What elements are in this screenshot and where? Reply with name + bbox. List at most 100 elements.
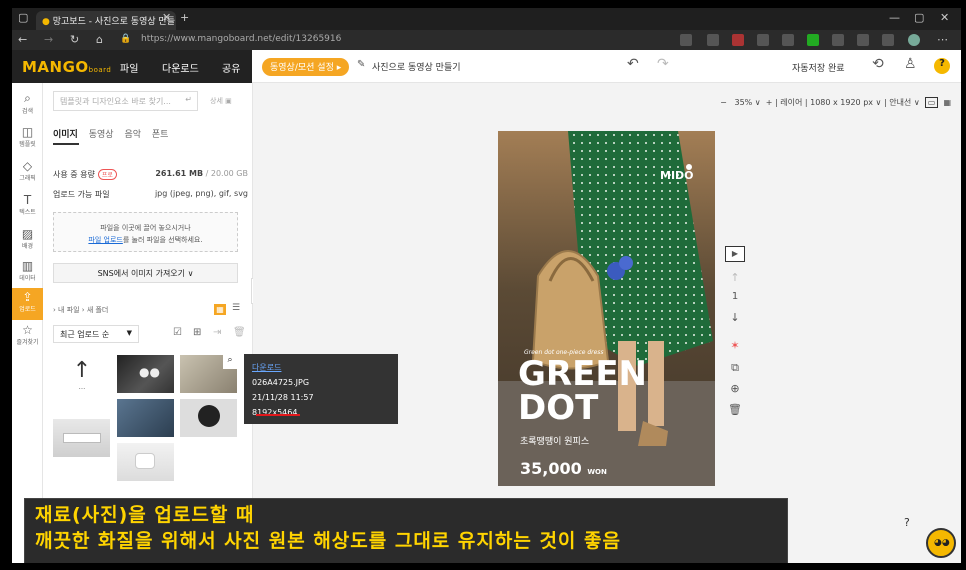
new-tab-icon[interactable]: + bbox=[180, 11, 189, 24]
pro-badge: 프로 bbox=[97, 169, 117, 180]
url-field[interactable]: https://www.mangoboard.net/edit/13265916 bbox=[127, 32, 627, 48]
extension-icon[interactable] bbox=[832, 34, 844, 46]
file-upload-link[interactable]: 파일 업로드 bbox=[88, 236, 122, 244]
zoom-level[interactable]: 35% bbox=[734, 98, 752, 107]
video-setting-button[interactable]: 동영상/모션 설정 ▸ bbox=[262, 58, 350, 76]
poster-design[interactable]: MIDO Green dot one-piece dress GREEN DOT… bbox=[498, 131, 715, 486]
sidebar-item-favorites[interactable]: ☆ 즐겨찾기 bbox=[12, 321, 43, 353]
tab-image[interactable]: 이미지 bbox=[53, 130, 78, 140]
new-folder-icon[interactable]: ⊞ bbox=[193, 327, 201, 338]
tab-font[interactable]: 폰트 bbox=[152, 130, 169, 140]
profile-avatar[interactable] bbox=[908, 34, 920, 46]
trash-icon[interactable]: 🗑 bbox=[233, 327, 246, 338]
extension-icon[interactable] bbox=[757, 34, 769, 46]
doc-title[interactable]: 사진으로 동영상 만들기 bbox=[372, 60, 461, 73]
menu-file[interactable]: 파일 bbox=[120, 60, 138, 75]
single-view-icon[interactable]: ▭ bbox=[924, 97, 939, 108]
file-drop-zone[interactable]: 파일을 이곳에 끌어 놓으시거나 파일 업로드를 눌러 파일을 선택하세요. bbox=[53, 212, 238, 252]
zoom-out-button[interactable]: − bbox=[720, 98, 727, 107]
reload-icon[interactable]: ↻ bbox=[70, 33, 79, 46]
history-icon[interactable]: ⟲ bbox=[872, 56, 884, 72]
add-page-icon[interactable]: ⊕ bbox=[725, 382, 745, 395]
image-thumbnail[interactable]: ●● bbox=[117, 355, 174, 393]
zoom-icon[interactable]: ⌕ bbox=[223, 355, 237, 369]
move-icon[interactable]: ⇥ bbox=[213, 327, 221, 338]
canvas-size[interactable]: 1080 x 1920 px bbox=[810, 98, 873, 107]
sns-import-button[interactable]: SNS에서 이미지 가져오기 ∨ bbox=[53, 263, 238, 283]
menu-share[interactable]: 공유 bbox=[222, 60, 240, 75]
extension-icon[interactable] bbox=[707, 34, 719, 46]
collections-icon[interactable] bbox=[882, 34, 894, 46]
more-icon[interactable]: ⋯ bbox=[937, 33, 948, 46]
sidebar-item-background[interactable]: ▨ 배경 bbox=[12, 225, 43, 257]
sidebar-item-graphic[interactable]: ◇ 그래픽 bbox=[12, 157, 43, 189]
home-icon[interactable]: ⌂ bbox=[96, 33, 103, 46]
select-icon[interactable]: ☑ bbox=[173, 327, 182, 338]
copy-page-icon[interactable]: ⧉ bbox=[725, 361, 745, 375]
tab-actions-icon[interactable]: ▢ bbox=[18, 11, 28, 24]
layer-button[interactable]: 레이어 bbox=[780, 98, 802, 107]
minimize-icon[interactable]: — bbox=[889, 11, 900, 24]
browser-address-bar: ← → ↻ ⌂ 🔒 https://www.mangoboard.net/edi… bbox=[12, 30, 961, 50]
tab-music[interactable]: 음악 bbox=[124, 130, 141, 140]
image-thumbnail[interactable]: ⌕ bbox=[180, 355, 237, 393]
zoom-in-button[interactable]: + bbox=[766, 98, 773, 107]
image-thumbnail[interactable] bbox=[117, 443, 174, 481]
extension-icon[interactable] bbox=[807, 34, 819, 46]
sidebar-item-text[interactable]: T 텍스트 bbox=[12, 191, 43, 223]
guides-button[interactable]: 안내선 bbox=[889, 98, 911, 107]
menu-download[interactable]: 다운로드 bbox=[162, 60, 199, 75]
extension-badge-icon[interactable] bbox=[732, 34, 744, 46]
help-question-icon[interactable]: ? bbox=[904, 516, 910, 529]
reader-icon[interactable] bbox=[680, 34, 692, 46]
grid-view-icon[interactable]: ▦ bbox=[214, 304, 226, 315]
file-types-value: jpg (jpeg, png), gif, svg bbox=[154, 189, 248, 198]
sort-select[interactable]: 최근 업로드 순 ▼ bbox=[53, 325, 139, 343]
sidebar-item-label: 검색 bbox=[21, 108, 34, 115]
grid-view-icon[interactable]: ▦ bbox=[943, 98, 951, 107]
sidebar-item-label: 템플릿 bbox=[19, 141, 36, 148]
image-thumbnail[interactable] bbox=[180, 399, 237, 437]
extension-icon[interactable] bbox=[782, 34, 794, 46]
effects-icon[interactable]: ✶ bbox=[725, 339, 745, 352]
sidebar-item-template[interactable]: ◫ 템플릿 bbox=[12, 123, 43, 155]
back-icon[interactable]: ← bbox=[18, 33, 27, 46]
upload-panel: 템플릿과 디자인요소 바로 찾기... ↵ 상세 ▣ 이미지 동영상 음악 폰트 … bbox=[43, 83, 265, 563]
detail-search-button[interactable]: 상세 ▣ bbox=[210, 96, 232, 106]
favorites-icon[interactable] bbox=[857, 34, 869, 46]
pencil-icon: ✎ bbox=[357, 59, 366, 70]
forward-icon[interactable]: → bbox=[44, 33, 53, 46]
download-link[interactable]: 다운로드 bbox=[252, 360, 390, 375]
logo[interactable]: MANGOboard bbox=[22, 58, 111, 76]
image-thumbnail[interactable] bbox=[117, 399, 174, 437]
play-icon[interactable]: ▶ bbox=[725, 246, 745, 262]
breadcrumb[interactable]: › 내 파일 › 새 폴더 bbox=[53, 305, 108, 315]
background-icon: ▨ bbox=[21, 227, 34, 241]
sidebar-item-upload[interactable]: ⇪ 업로드 bbox=[12, 288, 43, 320]
close-tab-icon[interactable]: ✕ bbox=[162, 11, 171, 24]
maximize-icon[interactable]: ▢ bbox=[914, 11, 924, 24]
browser-window: ▢ ● 망고보드 - 사진으로 동영상 만들 ✕ + — ▢ ✕ ← → ↻ ⌂… bbox=[12, 8, 961, 563]
redo-icon[interactable]: ↷ bbox=[657, 56, 669, 72]
sidebar-item-search[interactable]: ⌕ 검색 bbox=[12, 89, 43, 121]
delete-page-icon[interactable]: 🗑 bbox=[725, 403, 745, 416]
upload-up-folder[interactable]: ↑ ... bbox=[53, 348, 111, 408]
file-types-row: 업로드 가능 파일 jpg (jpeg, png), gif, svg bbox=[53, 189, 248, 200]
arrow-up-icon[interactable]: ↑ bbox=[725, 271, 745, 284]
poster-title-green: GREEN bbox=[518, 354, 647, 394]
mango-mascot-icon[interactable]: ◕◕ bbox=[926, 528, 956, 558]
list-view-icon[interactable]: ☰ bbox=[232, 303, 240, 313]
account-icon[interactable]: ♙ bbox=[904, 56, 917, 72]
tab-video[interactable]: 동영상 bbox=[89, 130, 114, 140]
arrow-down-icon[interactable]: ↓ bbox=[725, 311, 745, 324]
undo-icon[interactable]: ↶ bbox=[627, 56, 639, 72]
image-thumbnail[interactable] bbox=[53, 419, 110, 457]
window-close-icon[interactable]: ✕ bbox=[940, 11, 949, 24]
file-types-label: 업로드 가능 파일 bbox=[53, 190, 110, 199]
usage-value: 261.61 MB / 20.00 GB bbox=[155, 169, 248, 178]
help-icon[interactable]: ? bbox=[934, 58, 950, 74]
sidebar-item-data[interactable]: ▥ 데이터 bbox=[12, 257, 43, 289]
browser-tab[interactable]: ● 망고보드 - 사진으로 동영상 만들 bbox=[36, 11, 176, 30]
search-input[interactable]: 템플릿과 디자인요소 바로 찾기... ↵ bbox=[53, 91, 198, 111]
graphic-icon: ◇ bbox=[22, 159, 33, 173]
